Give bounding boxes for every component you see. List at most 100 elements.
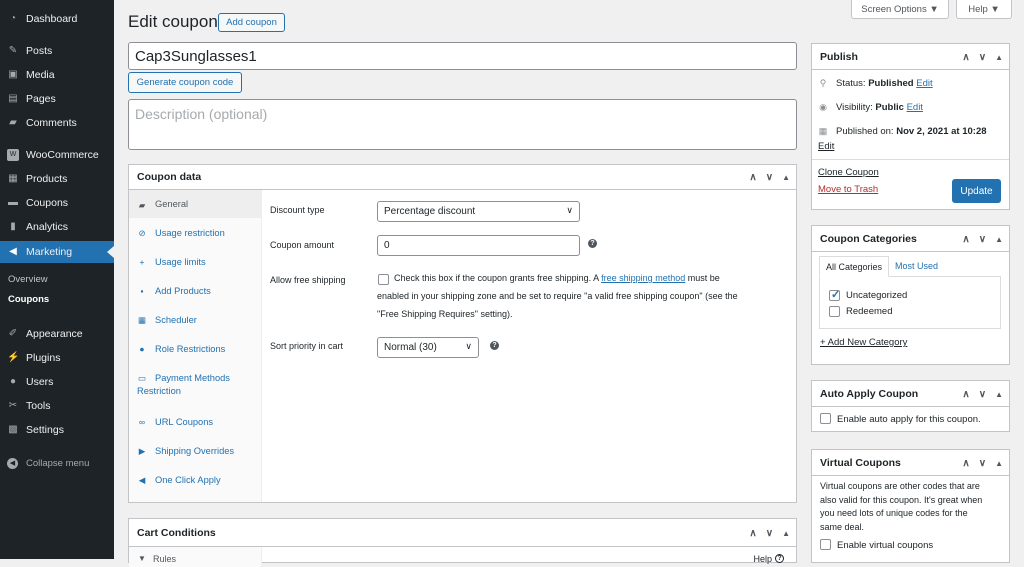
- toggle-triangle-icon[interactable]: ▲: [995, 235, 1003, 244]
- enable-virtual-coupons-label: Enable virtual coupons: [837, 540, 934, 551]
- tab-role-restrictions[interactable]: ● Role Restrictions: [129, 343, 262, 356]
- tab-usage-restriction[interactable]: ⊘ Usage restriction: [129, 227, 262, 240]
- toggle-triangle-icon[interactable]: ▲: [995, 459, 1003, 468]
- toggle-triangle-icon[interactable]: ▲: [995, 53, 1003, 62]
- generate-coupon-code-button[interactable]: Generate coupon code: [128, 72, 242, 93]
- panel-controls: ∧ ∨ ▲: [962, 44, 1003, 70]
- tab-usage-limits[interactable]: + Usage limits: [129, 256, 262, 269]
- free-shipping-checkbox[interactable]: [378, 274, 389, 285]
- toggle-triangle-icon[interactable]: ▲: [782, 173, 790, 182]
- edit-visibility-link[interactable]: Edit: [907, 102, 923, 113]
- sort-priority-select[interactable]: Normal (30) ∨: [377, 337, 479, 358]
- submenu-coupons[interactable]: Coupons: [8, 294, 49, 305]
- edit-date-link[interactable]: Edit: [818, 141, 834, 152]
- coupon-amount-label: Coupon amount: [270, 240, 335, 250]
- tab-most-used[interactable]: Most Used: [895, 261, 938, 271]
- chevron-down-icon[interactable]: ∨: [979, 52, 986, 63]
- free-shipping-text: Check this box if the coupon grants free…: [394, 273, 599, 283]
- add-new-category-link[interactable]: + Add New Category: [820, 337, 907, 348]
- rules-tab[interactable]: Rules: [153, 554, 176, 564]
- clone-coupon-link[interactable]: Clone Coupon: [818, 167, 879, 178]
- sidebar-item-products[interactable]: ▦ Products: [0, 168, 114, 190]
- tab-one-click-apply[interactable]: ◀ One Click Apply: [129, 474, 262, 487]
- free-shipping-method-link[interactable]: free shipping method: [601, 273, 685, 283]
- sidebar-item-plugins[interactable]: ⚡ Plugins: [0, 347, 114, 369]
- publish-title: Publish: [820, 50, 858, 63]
- move-to-trash-link[interactable]: Move to Trash: [818, 184, 878, 195]
- chevron-up-icon[interactable]: ∧: [749, 528, 756, 539]
- auto-apply-checkbox[interactable]: [820, 413, 831, 424]
- coupon-data-tabs: ▰ General ⊘ Usage restriction + Usage limit…: [129, 190, 262, 502]
- sidebar-item-media[interactable]: ▣ Media: [0, 64, 114, 86]
- description-line: you need lots of unique codes for the: [820, 508, 968, 519]
- sidebar-item-coupons[interactable]: ▬ Coupons: [0, 192, 114, 214]
- collapse-menu-button[interactable]: ◀ Collapse menu: [0, 453, 114, 473]
- categories-header: Coupon Categories ∧ ∨ ▲: [812, 226, 1009, 252]
- discount-type-select[interactable]: Percentage discount ∨: [377, 201, 580, 222]
- tab-label: Usage restriction: [155, 228, 225, 238]
- chevron-down-icon[interactable]: ∨: [979, 389, 986, 400]
- submenu-overview[interactable]: Overview: [8, 274, 48, 285]
- sidebar-item-users[interactable]: ● Users: [0, 371, 114, 393]
- free-shipping-description-line2: enabled in your shipping zone and be set…: [377, 291, 738, 301]
- visibility-value: Public: [875, 102, 904, 113]
- chevron-up-icon[interactable]: ∧: [962, 389, 969, 400]
- toggle-triangle-icon[interactable]: ▲: [995, 390, 1003, 399]
- chevron-down-icon[interactable]: ∨: [979, 458, 986, 469]
- enable-virtual-coupons-checkbox[interactable]: [820, 539, 831, 550]
- megaphone-icon: ◀: [9, 246, 17, 257]
- help-button[interactable]: Help ▼: [956, 0, 1012, 19]
- virtual-coupons-description: Virtual coupons are other codes that are…: [820, 480, 1006, 535]
- tab-payment-methods-restriction[interactable]: ▭ Payment Methods Restriction: [129, 372, 254, 398]
- sidebar-item-label: Marketing: [26, 246, 73, 258]
- tab-url-coupons[interactable]: ∞ URL Coupons: [129, 416, 262, 429]
- sidebar-item-marketing[interactable]: ◀ Marketing: [0, 241, 114, 263]
- coupon-code-input[interactable]: Cap3Sunglasses1: [128, 42, 797, 70]
- tab-scheduler[interactable]: ▦ Scheduler: [129, 314, 262, 327]
- category-checkbox-uncategorized[interactable]: [829, 288, 840, 301]
- toggle-triangle-icon[interactable]: ▲: [782, 529, 790, 538]
- chevron-down-icon[interactable]: ∨: [766, 528, 773, 539]
- sidebar-item-analytics[interactable]: ▮ Analytics: [0, 216, 114, 238]
- edit-status-link[interactable]: Edit: [916, 78, 932, 89]
- sidebar-item-pages[interactable]: ▤ Pages: [0, 88, 114, 110]
- chevron-down-icon[interactable]: ∨: [979, 234, 986, 245]
- chevron-up-icon[interactable]: ∧: [962, 458, 969, 469]
- publish-visibility-row: ◉ Visibility: Public Edit: [818, 102, 923, 113]
- published-value: Nov 2, 2021 at 10:28: [896, 126, 987, 137]
- sidebar-item-woocommerce[interactable]: W WooCommerce: [0, 144, 114, 166]
- update-button[interactable]: Update: [952, 179, 1001, 203]
- coupon-amount-input[interactable]: 0: [377, 235, 580, 256]
- chevron-up-icon[interactable]: ∧: [962, 234, 969, 245]
- cart-conditions-help-link[interactable]: Help: [753, 554, 772, 564]
- tab-general[interactable]: ▰ General: [129, 190, 262, 218]
- add-coupon-button[interactable]: Add coupon: [218, 13, 285, 32]
- payment-icon: ▭: [137, 373, 147, 383]
- add-products-icon: ▪: [140, 286, 144, 296]
- sidebar-item-appearance[interactable]: ✐ Appearance: [0, 323, 114, 345]
- virtual-coupons-header: Virtual Coupons ∧ ∨ ▲: [812, 450, 1009, 476]
- sidebar-item-dashboard[interactable]: ◔ Dashboard: [0, 8, 114, 30]
- screen-options-button[interactable]: Screen Options ▼: [851, 0, 949, 19]
- chevron-down-icon[interactable]: ∨: [766, 172, 773, 183]
- panel-controls: ∧ ∨ ▲: [962, 450, 1003, 476]
- plugins-icon: ⚡: [7, 352, 20, 363]
- description-line: Virtual coupons are other codes that are: [820, 481, 980, 491]
- tab-all-categories[interactable]: All Categories: [819, 256, 889, 277]
- help-icon[interactable]: ?: [588, 239, 597, 248]
- free-shipping-text: must be: [687, 273, 720, 283]
- tab-add-products[interactable]: ▪ Add Products: [129, 285, 262, 298]
- categories-list: [819, 276, 1001, 329]
- chevron-up-icon[interactable]: ∧: [749, 172, 756, 183]
- chevron-up-icon[interactable]: ∧: [962, 52, 969, 63]
- description-field[interactable]: Description (optional): [128, 99, 797, 150]
- tab-shipping-overrides[interactable]: ▶ Shipping Overrides: [129, 445, 262, 458]
- sidebar-item-settings[interactable]: ▩ Settings: [0, 419, 114, 441]
- category-checkbox-redeemed[interactable]: [829, 306, 840, 317]
- sidebar-item-tools[interactable]: ✂ Tools: [0, 395, 114, 417]
- limits-icon: +: [139, 257, 145, 267]
- sidebar-item-comments[interactable]: ▰ Comments: [0, 112, 114, 134]
- sidebar-item-posts[interactable]: ✎ Posts: [0, 40, 114, 62]
- shipping-icon: ▶: [138, 446, 146, 456]
- help-icon[interactable]: ?: [490, 341, 499, 350]
